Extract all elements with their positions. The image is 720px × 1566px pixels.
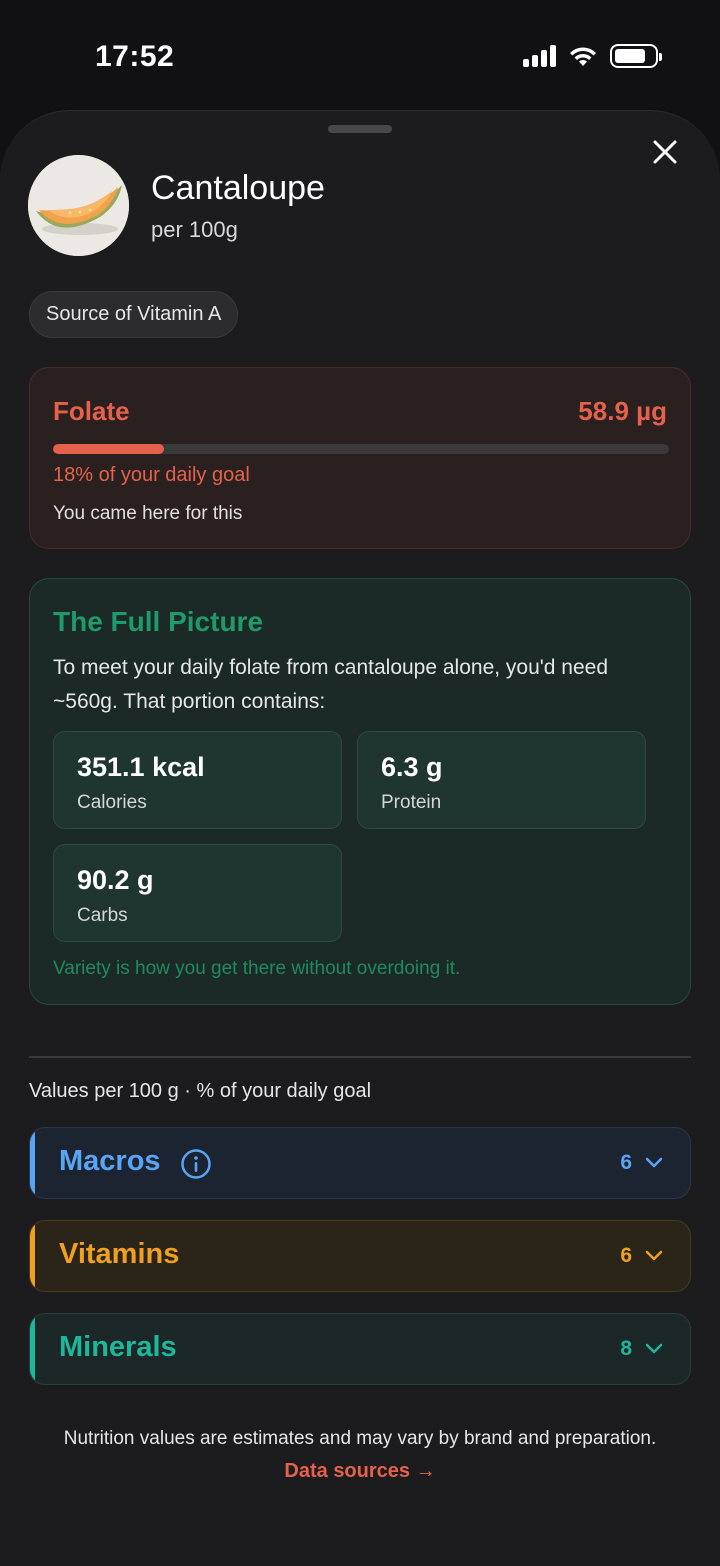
nutrient-note: You came here for this [53,503,243,524]
food-image [28,155,129,256]
section-count: 8 [620,1337,632,1360]
section-count: 6 [620,1151,632,1174]
stat-label: Carbs [77,905,128,926]
stat-label: Calories [77,792,147,813]
status-bar: 17:52 [0,0,720,110]
full-picture-card: The Full Picture To meet your daily fola… [29,578,691,1005]
section-label: Macros [59,1145,161,1177]
divider [29,1056,691,1058]
info-icon[interactable] [180,1148,212,1180]
full-picture-footer: Variety is how you get there without ove… [53,958,461,979]
disclaimer-text: Nutrition values are estimates and may v… [63,1428,657,1449]
nutrient-value: 58.9 µg [578,396,667,426]
wifi-icon [570,47,596,66]
cantaloupe-icon [28,155,129,256]
daily-goal-progress [53,444,669,454]
chevron-down-icon [645,1250,663,1261]
food-detail-sheet: Cantaloupe per 100g Source of Vitamin A … [0,110,720,1566]
stat-value: 6.3 g [381,752,443,782]
section-accent-bar [30,1314,35,1384]
target-nutrient-card: Folate 58.9 µg 18% of your daily goal Yo… [29,367,691,549]
stat-value: 351.1 kcal [77,752,205,782]
food-name: Cantaloupe [151,169,325,207]
data-sources-link[interactable]: Data sources → [0,1460,720,1483]
section-accent-bar [30,1128,35,1198]
values-caption: Values per 100 g · % of your daily goal [29,1080,372,1102]
stat-label: Protein [381,792,442,813]
status-time: 17:52 [95,40,175,73]
nutrient-tag: Source of Vitamin A [29,291,239,338]
cellular-signal-icon [523,45,556,67]
stat-value: 90.2 g [77,865,154,895]
sheet-grabber[interactable] [328,125,392,133]
serving-size: per 100g [151,217,238,242]
full-picture-title: The Full Picture [53,606,264,637]
daily-goal-percent: 18% of your daily goal [53,464,250,486]
section-count: 6 [620,1244,632,1267]
daily-goal-progress-fill [53,444,164,454]
section-label: Minerals [59,1331,177,1363]
stat-calories: 351.1 kcal Calories [53,731,342,829]
close-button[interactable] [650,137,680,167]
status-icons [523,44,662,68]
chevron-down-icon [645,1157,663,1168]
stat-carbs: 90.2 g Carbs [53,844,342,942]
section-minerals[interactable]: Minerals 8 [29,1313,691,1385]
battery-icon [610,44,662,68]
section-accent-bar [30,1221,35,1291]
chevron-down-icon [645,1343,663,1354]
full-picture-text: To meet your daily folate from cantaloup… [53,656,609,713]
section-vitamins[interactable]: Vitamins 6 [29,1220,691,1292]
section-macros[interactable]: Macros 6 [29,1127,691,1199]
section-label: Vitamins [59,1238,180,1270]
nutrient-name: Folate [53,396,130,426]
stat-protein: 6.3 g Protein [357,731,646,829]
